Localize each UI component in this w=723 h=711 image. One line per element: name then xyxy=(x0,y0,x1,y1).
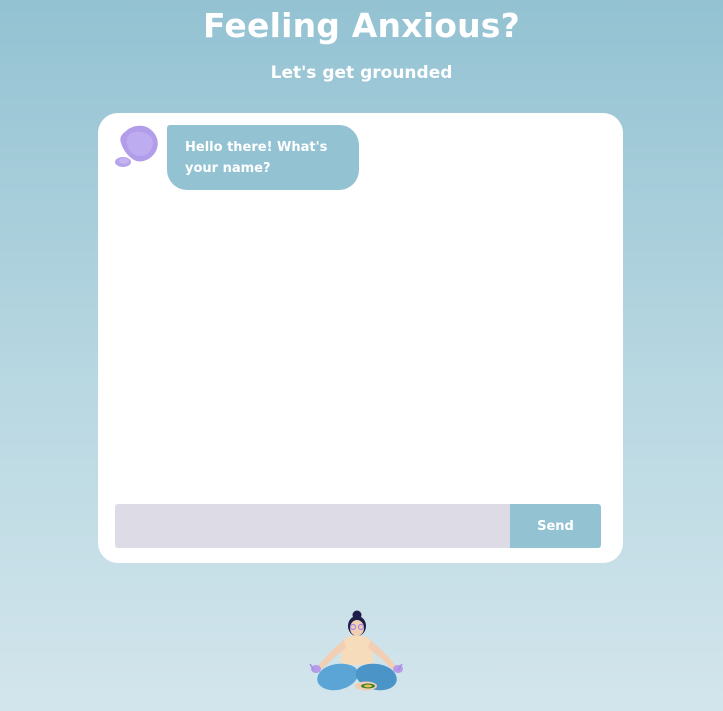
page-subtitle: Let's get grounded xyxy=(270,63,453,83)
send-button[interactable]: Send xyxy=(510,504,601,548)
meditating-person-icon xyxy=(309,610,403,691)
message-input[interactable] xyxy=(115,504,510,548)
purple-blob-avatar-icon xyxy=(115,125,158,167)
page-title: Feeling Anxious? xyxy=(203,6,520,45)
chat-panel: Hello there! What's your name? Send xyxy=(98,113,623,563)
bot-message-bubble: Hello there! What's your name? xyxy=(167,125,359,190)
message-composer: Send xyxy=(115,504,601,548)
